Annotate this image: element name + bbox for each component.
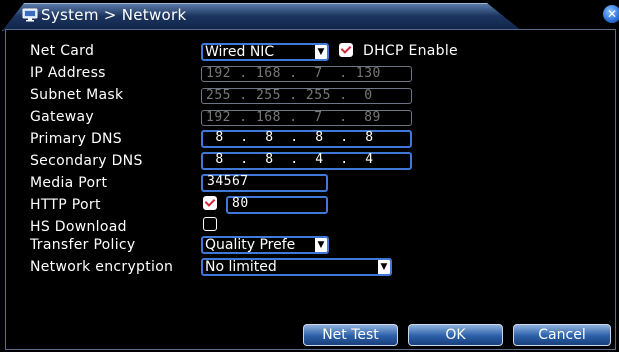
network-encryption-select[interactable]: No limited ▼ [201,258,392,276]
ip-address-field[interactable]: 192 . 168 . 7 . 130 [201,66,412,82]
title-bar: System > Network ✕ [0,0,619,31]
secondary-dns-label: Secondary DNS [30,153,143,169]
primary-dns-label: Primary DNS [30,131,122,147]
chevron-down-icon[interactable]: ▼ [378,260,390,274]
transfer-policy-select[interactable]: Quality Prefe ▼ [201,236,329,254]
cancel-button[interactable]: Cancel [513,324,611,346]
chevron-down-icon[interactable]: ▼ [315,45,327,59]
subnet-mask-label: Subnet Mask [30,87,124,103]
gateway-label: Gateway [30,109,94,125]
gateway-field[interactable]: 192 . 168 . 7 . 89 [201,110,412,126]
transfer-policy-value: Quality Prefe [205,237,296,253]
net-card-label: Net Card [30,43,95,59]
network-encryption-value: No limited [205,259,277,275]
subnet-mask-field[interactable]: 255 . 255 . 255 . 0 [201,88,412,104]
media-port-field[interactable]: 34567 [201,174,328,192]
http-port-checkbox[interactable] [203,196,217,210]
ip-address-label: IP Address [30,65,106,81]
dhcp-enable-label: DHCP Enable [363,43,458,59]
hs-download-checkbox[interactable] [203,217,217,231]
network-encryption-label: Network encryption [30,259,174,275]
window-title: System > Network [41,6,187,24]
net-card-value: Wired NIC [205,44,275,60]
chevron-down-icon[interactable]: ▼ [315,238,327,252]
close-icon[interactable]: ✕ [603,5,619,23]
hs-download-label: HS Download [30,219,127,235]
http-port-field[interactable]: 80 [226,196,328,214]
ok-button[interactable]: OK [408,324,503,346]
secondary-dns-field[interactable]: 8 . 8 . 4 . 4 [201,152,412,170]
transfer-policy-label: Transfer Policy [30,237,136,253]
network-monitor-icon [22,8,38,22]
http-port-label: HTTP Port [30,197,101,213]
media-port-label: Media Port [30,175,108,191]
net-test-button[interactable]: Net Test [303,324,398,346]
net-card-select[interactable]: Wired NIC ▼ [201,43,329,61]
dhcp-enable-checkbox[interactable] [339,43,353,57]
network-settings-window: System > Network ✕ Net Card Wired NIC ▼ … [0,0,619,352]
primary-dns-field[interactable]: 8 . 8 . 8 . 8 [201,130,412,148]
